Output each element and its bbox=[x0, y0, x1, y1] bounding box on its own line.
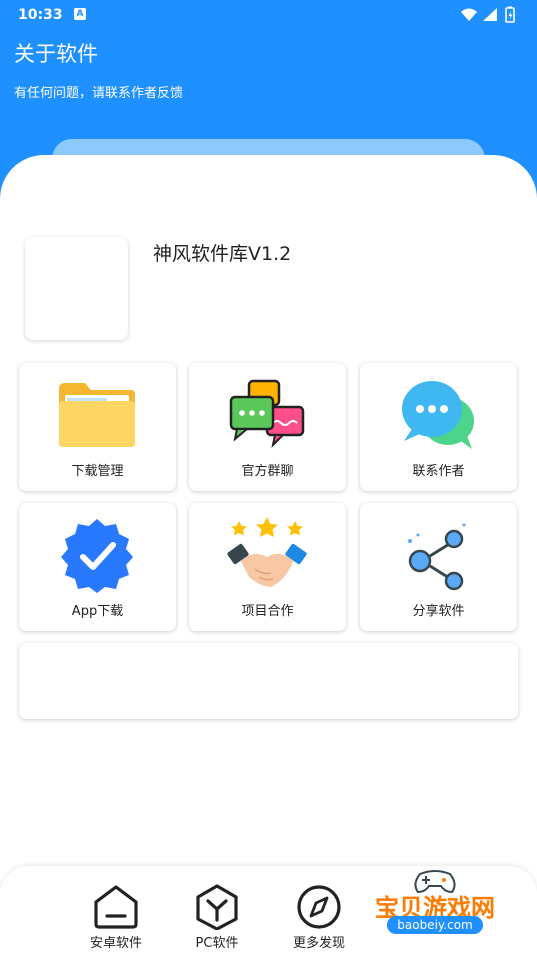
status-bar: 10:33 A bbox=[0, 0, 537, 30]
chat-group-icon bbox=[229, 379, 305, 449]
folder-icon bbox=[59, 383, 135, 447]
nav-pc-software[interactable]: PC软件 bbox=[177, 884, 257, 954]
nav-label: PC软件 bbox=[195, 936, 239, 951]
hexagon-y-icon bbox=[196, 884, 238, 930]
share-software-card[interactable]: 分享软件 bbox=[360, 503, 517, 631]
nav-discover-more[interactable]: 更多发现 bbox=[279, 884, 359, 954]
official-group-chat-card[interactable]: 官方群聊 bbox=[189, 363, 346, 491]
card-label: 官方群聊 bbox=[241, 464, 294, 479]
empty-info-card bbox=[19, 643, 518, 719]
notification-icon: A bbox=[74, 8, 86, 20]
system-status-icons bbox=[461, 6, 515, 23]
verified-badge-icon bbox=[61, 519, 133, 593]
contact-author-card[interactable]: 联系作者 bbox=[360, 363, 517, 491]
app-name: 神风软件库V1.2 bbox=[153, 243, 292, 265]
project-cooperation-card[interactable]: 项目合作 bbox=[189, 503, 346, 631]
card-label: 分享软件 bbox=[412, 604, 465, 619]
download-manager-card[interactable]: 下载管理 bbox=[19, 363, 176, 491]
page-title: 关于软件 bbox=[14, 42, 98, 66]
nav-label: 安卓软件 bbox=[89, 936, 142, 951]
page-subtitle: 有任何问题，请联系作者反馈 bbox=[14, 86, 184, 101]
compass-icon bbox=[297, 885, 341, 929]
status-time: 10:33 bbox=[18, 7, 63, 23]
message-bubble-icon bbox=[402, 381, 474, 449]
signal-icon bbox=[483, 8, 497, 21]
watermark-url: baobeiy.com bbox=[387, 916, 483, 934]
site-watermark: 宝贝游戏网 baobeiy.com bbox=[360, 866, 510, 956]
app-download-card[interactable]: App下载 bbox=[19, 503, 176, 631]
app-logo bbox=[25, 237, 128, 340]
card-label: 联系作者 bbox=[412, 464, 465, 479]
card-label: App下载 bbox=[71, 604, 124, 619]
nav-android-software[interactable]: 安卓软件 bbox=[76, 884, 156, 954]
home-icon bbox=[94, 885, 138, 929]
nav-label: 更多发现 bbox=[292, 936, 345, 951]
page-header: 关于软件 有任何问题，请联系作者反馈 bbox=[14, 38, 183, 101]
wifi-icon bbox=[461, 8, 477, 21]
handshake-icon bbox=[227, 517, 307, 587]
card-label: 项目合作 bbox=[241, 604, 294, 619]
share-icon bbox=[408, 523, 466, 591]
card-label: 下载管理 bbox=[71, 464, 124, 479]
